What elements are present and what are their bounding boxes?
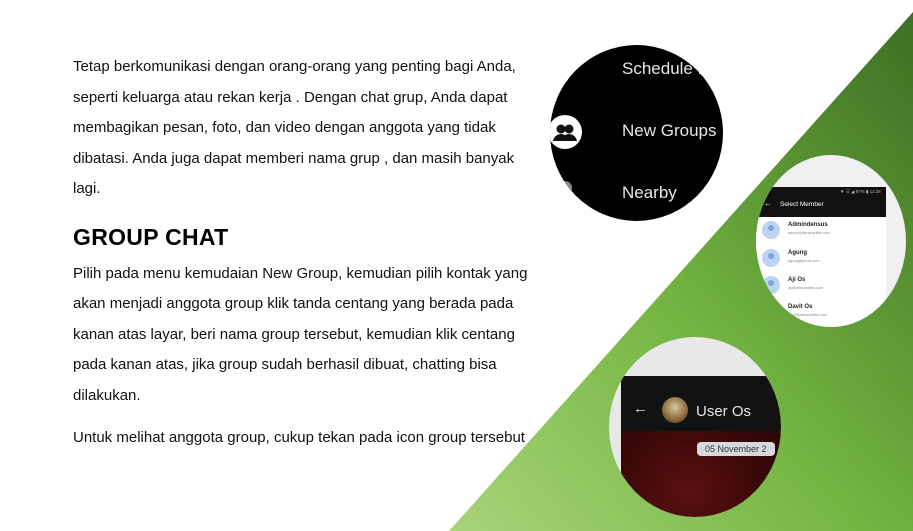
chat-screenshot-circle: ← User Os 05 November 2 — [609, 337, 781, 517]
member-name: Aji Os — [788, 277, 806, 283]
date-badge: 05 November 2 — [697, 442, 775, 456]
avatar[interactable] — [662, 397, 688, 423]
member-name: Admindensus — [788, 222, 828, 228]
intro-paragraph: Tetap berkomunikasi dengan orang-orang y… — [73, 58, 516, 197]
section-heading: GROUP CHAT — [73, 223, 229, 250]
list-item[interactable]: Aji Os aji@densusdfist.com — [762, 274, 882, 298]
back-arrow-icon[interactable]: ← — [633, 400, 648, 417]
chat-user-name[interactable]: User Os — [696, 403, 751, 420]
menu-item-nearby[interactable]: Nearby — [622, 183, 677, 203]
list-item[interactable]: Admindensus admin@densusdfist.com — [762, 219, 882, 243]
location-icon — [558, 181, 572, 195]
avatar — [762, 276, 780, 294]
menu-item-schedule[interactable]: Schedule M — [622, 59, 712, 79]
note-paragraph: Untuk melihat anggota group, cukup tekan… — [73, 429, 525, 446]
avatar — [762, 249, 780, 267]
menu-item-new-groups[interactable]: New Groups — [622, 121, 716, 141]
member-email: davit@densusdfist.com — [788, 313, 828, 317]
avatar — [762, 303, 780, 321]
member-email: admin@densusdfist.com — [788, 231, 830, 235]
member-name: Davit Os — [788, 304, 813, 310]
select-member-screenshot-circle: ▼ ☰ ◢ 87% ▮ 11:28 ← Select Member Admind… — [756, 155, 906, 327]
text-column: Tetap berkomunikasi dengan orang-orang y… — [73, 52, 543, 454]
member-email: aji@densusdfist.com — [788, 286, 824, 290]
avatar — [762, 221, 780, 239]
steps-paragraph: Pilih pada menu kemudaian New Group, kem… — [73, 264, 528, 404]
member-email: agung@ymail.com — [788, 259, 820, 263]
select-member-title: Select Member — [780, 201, 824, 208]
status-bar: ▼ ☰ ◢ 87% ▮ 11:28 — [840, 189, 881, 194]
back-arrow-icon[interactable]: ← — [764, 199, 772, 208]
member-name: Agung — [788, 250, 807, 256]
list-item[interactable]: Agung agung@ymail.com — [762, 247, 882, 271]
list-item[interactable]: Davit Os davit@densusdfist.com — [762, 301, 882, 325]
group-icon — [550, 115, 582, 149]
menu-screenshot-circle: Schedule M New Groups Nearby — [550, 45, 723, 221]
